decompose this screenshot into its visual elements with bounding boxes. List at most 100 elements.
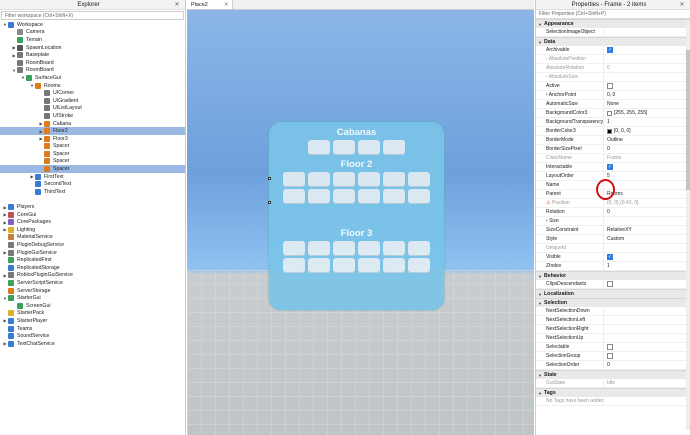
tree-item[interactable]: ▶ StarterPlayer	[0, 317, 185, 325]
property-row[interactable]: BackgroundColor3 [255, 255, 255]	[536, 109, 690, 118]
property-row[interactable]: GuiState Idle	[536, 379, 690, 388]
room-button[interactable]	[308, 172, 330, 187]
room-button[interactable]	[308, 140, 330, 155]
property-row[interactable]: ClipsDescendants	[536, 280, 690, 289]
tree-item[interactable]: UIListLayout	[0, 105, 185, 113]
property-value[interactable]: Rooms	[603, 190, 690, 198]
property-row[interactable]: › AnchorPoint 0, 0	[536, 91, 690, 100]
room-board-surface[interactable]: Cabanas Floor 2 Floor 3	[269, 122, 444, 310]
property-row[interactable]: NextSelectionLeft	[536, 316, 690, 325]
property-section-header[interactable]: ▼ Behavior	[536, 271, 690, 280]
tree-item[interactable]: ▼ Rooms	[0, 82, 185, 90]
room-button[interactable]	[408, 189, 430, 204]
room-button[interactable]	[383, 241, 405, 256]
property-row[interactable]: › AbsolutePosition	[536, 55, 690, 64]
room-button[interactable]	[358, 140, 380, 155]
property-row[interactable]: Archivable ✓	[536, 46, 690, 55]
property-value[interactable]: Idle	[603, 379, 690, 387]
property-row[interactable]: BorderSizePixel 0	[536, 145, 690, 154]
property-row[interactable]: Rotation 0	[536, 208, 690, 217]
room-button[interactable]	[408, 241, 430, 256]
chevron-down-icon[interactable]: ▼	[536, 40, 544, 45]
room-button[interactable]	[333, 241, 355, 256]
property-value[interactable]: None	[603, 100, 690, 108]
property-row[interactable]: UniqueId	[536, 244, 690, 253]
tree-item[interactable]: Spacer	[0, 150, 185, 158]
tree-item[interactable]: ThirdText	[0, 188, 185, 196]
3d-viewport[interactable]: Place2 ✕ Cabanas Floor 2 Floor 3	[187, 0, 534, 435]
property-row[interactable]: Active	[536, 82, 690, 91]
property-row[interactable]: BackgroundTransparency 1	[536, 118, 690, 127]
property-row[interactable]: › Size	[536, 217, 690, 226]
tree-item[interactable]: ReplicatedStorage	[0, 264, 185, 272]
tree-item[interactable]: UIStroke	[0, 112, 185, 120]
chevron-down-icon[interactable]: ▼	[536, 391, 544, 396]
property-value[interactable]: 1	[603, 118, 690, 126]
property-section-header[interactable]: ▼ Localization	[536, 289, 690, 298]
property-value[interactable]	[603, 82, 690, 90]
property-value[interactable]: 1	[603, 262, 690, 270]
property-row[interactable]: Visible ✓	[536, 253, 690, 262]
property-row[interactable]: Selectable	[536, 343, 690, 352]
property-value[interactable]	[603, 352, 690, 360]
tree-item[interactable]: ▶ Floor2	[0, 127, 185, 135]
room-button[interactable]	[333, 189, 355, 204]
property-value[interactable]: RelativeXY	[603, 226, 690, 234]
property-row[interactable]: BorderColor3 [0, 0, 0]	[536, 127, 690, 136]
property-value[interactable]	[603, 334, 690, 342]
room-button[interactable]	[283, 258, 305, 273]
explorer-filter-input[interactable]: Filter workspace (Ctrl+Shift+X)	[1, 11, 184, 20]
room-button[interactable]	[383, 172, 405, 187]
checkbox[interactable]: ✓	[607, 164, 613, 170]
property-value[interactable]: Custom	[603, 235, 690, 243]
property-row[interactable]: ⚠ Position {0, 0},{0.43, 0}	[536, 199, 690, 208]
color-swatch[interactable]	[607, 110, 612, 116]
tree-item[interactable]	[0, 196, 185, 204]
room-button[interactable]	[408, 172, 430, 187]
property-row[interactable]: BorderMode Outline	[536, 136, 690, 145]
property-row[interactable]: NextSelectionDown	[536, 307, 690, 316]
property-row[interactable]: ZIndex 1	[536, 262, 690, 271]
room-button[interactable]	[283, 189, 305, 204]
chevron-down-icon[interactable]: ▼	[536, 292, 544, 297]
properties-scrollbar[interactable]	[686, 20, 690, 430]
property-section-header[interactable]: ▼ State	[536, 370, 690, 379]
room-button[interactable]	[383, 189, 405, 204]
property-value[interactable]: 0	[603, 361, 690, 369]
tree-item[interactable]: ServerStorage	[0, 287, 185, 295]
chevron-down-icon[interactable]: ▼	[536, 274, 544, 279]
property-row[interactable]: SizeConstraint RelativeXY	[536, 226, 690, 235]
property-value[interactable]	[603, 55, 690, 63]
checkbox[interactable]	[607, 281, 613, 287]
room-button[interactable]	[358, 189, 380, 204]
tree-item[interactable]: RoomBoard	[0, 59, 185, 67]
property-section-header[interactable]: ▼ Tags	[536, 388, 690, 397]
close-icon[interactable]: ✕	[678, 1, 686, 8]
property-row[interactable]: SelectionOrder 0	[536, 361, 690, 370]
room-button[interactable]	[358, 172, 380, 187]
chevron-down-icon[interactable]: ▼	[536, 301, 544, 306]
property-value[interactable]: 5	[603, 172, 690, 180]
property-value[interactable]	[603, 181, 690, 189]
property-row[interactable]: No Tags have been added yet	[536, 397, 690, 406]
tree-item[interactable]: ▶ SpawnLocation	[0, 44, 185, 52]
property-row[interactable]: NextSelectionRight	[536, 325, 690, 334]
property-value[interactable]	[603, 73, 690, 81]
close-icon[interactable]: ✕	[173, 1, 181, 8]
checkbox[interactable]	[607, 353, 613, 359]
tree-item[interactable]: Terrain	[0, 36, 185, 44]
property-value[interactable]: ✓	[603, 253, 690, 261]
tree-item[interactable]: SoundService	[0, 332, 185, 340]
chevron-down-icon[interactable]: ▼	[536, 373, 544, 378]
tab-place2[interactable]: Place2 ✕	[187, 0, 234, 9]
property-row[interactable]: LayoutOrder 5	[536, 172, 690, 181]
property-value[interactable]	[603, 28, 690, 36]
close-icon[interactable]: ✕	[224, 2, 229, 8]
property-value[interactable]: [0, 0, 0]	[603, 127, 690, 135]
tree-item[interactable]: ReplicatedFirst	[0, 256, 185, 264]
property-row[interactable]: NextSelectionUp	[536, 334, 690, 343]
property-section-header[interactable]: ▼ Data	[536, 37, 690, 46]
property-row[interactable]: Style Custom	[536, 235, 690, 244]
room-button[interactable]	[408, 258, 430, 273]
tree-item[interactable]: MaterialService	[0, 234, 185, 242]
